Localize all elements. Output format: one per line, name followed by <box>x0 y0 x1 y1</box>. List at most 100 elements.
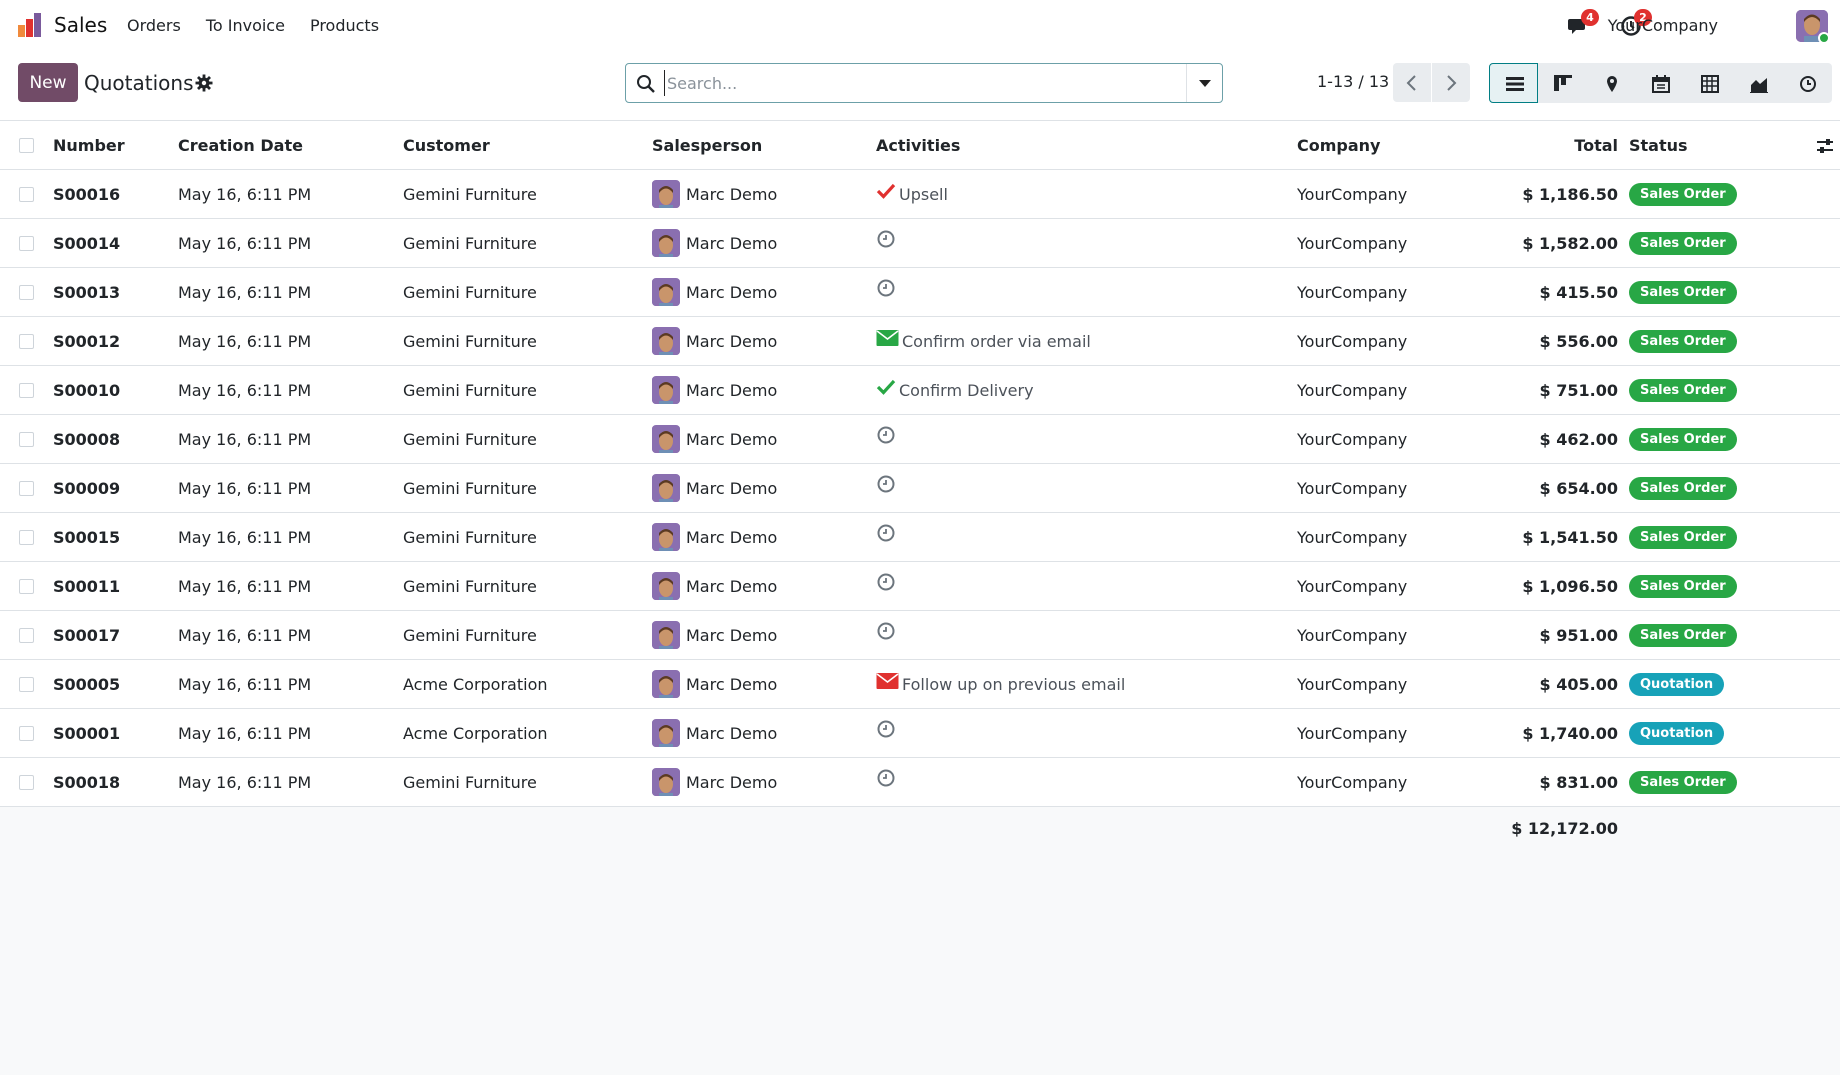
pivot-view-button[interactable] <box>1685 63 1734 103</box>
table-row[interactable]: S00008 May 16, 6:11 PM Gemini Furniture … <box>0 415 1840 464</box>
pager-next-button[interactable] <box>1432 63 1470 102</box>
table-row[interactable]: S00015 May 16, 6:11 PM Gemini Furniture … <box>0 513 1840 562</box>
table-row[interactable]: S00018 May 16, 6:11 PM Gemini Furniture … <box>0 758 1840 807</box>
order-number: S00012 <box>53 332 121 351</box>
row-checkbox[interactable] <box>19 187 34 202</box>
map-view-button[interactable] <box>1587 63 1636 103</box>
envelope-icon[interactable] <box>876 317 899 366</box>
list-view-button[interactable] <box>1489 63 1538 103</box>
salesperson-avatar[interactable] <box>652 474 680 502</box>
table-row[interactable]: S00005 May 16, 6:11 PM Acme Corporation … <box>0 660 1840 709</box>
search-options-toggle[interactable] <box>1186 64 1222 102</box>
pager-value[interactable]: 1-13 / 13 <box>1317 72 1389 91</box>
activity-cell[interactable]: Follow up on previous email <box>876 660 1125 709</box>
activity-cell[interactable] <box>876 709 899 758</box>
salesperson-avatar[interactable] <box>652 327 680 355</box>
clock-icon[interactable] <box>876 268 896 317</box>
clock-icon[interactable] <box>876 219 896 268</box>
row-checkbox[interactable] <box>19 628 34 643</box>
clock-icon[interactable] <box>876 415 896 464</box>
salesperson-avatar[interactable] <box>652 572 680 600</box>
table-row[interactable]: S00012 May 16, 6:11 PM Gemini Furniture … <box>0 317 1840 366</box>
clock-icon[interactable] <box>876 464 896 513</box>
activity-cell[interactable] <box>876 219 899 268</box>
header-company[interactable]: Company <box>1297 121 1380 170</box>
optional-columns-icon[interactable] <box>1816 137 1834 155</box>
clock-icon[interactable] <box>876 709 896 758</box>
activity-cell[interactable] <box>876 513 899 562</box>
search-input[interactable] <box>664 70 1164 96</box>
table-row[interactable]: S00010 May 16, 6:11 PM Gemini Furniture … <box>0 366 1840 415</box>
table-row[interactable]: S00013 May 16, 6:11 PM Gemini Furniture … <box>0 268 1840 317</box>
activity-cell[interactable] <box>876 611 899 660</box>
row-checkbox[interactable] <box>19 579 34 594</box>
sales-app-icon[interactable] <box>16 11 44 39</box>
select-all-checkbox[interactable] <box>19 138 34 153</box>
salesperson-avatar[interactable] <box>652 523 680 551</box>
row-checkbox[interactable] <box>19 775 34 790</box>
activity-cell[interactable] <box>876 415 899 464</box>
table-row[interactable]: S00009 May 16, 6:11 PM Gemini Furniture … <box>0 464 1840 513</box>
table-row[interactable]: S00011 May 16, 6:11 PM Gemini Furniture … <box>0 562 1840 611</box>
activity-cell[interactable] <box>876 562 899 611</box>
status-cell: Sales Order <box>1629 611 1737 660</box>
table-row[interactable]: S00001 May 16, 6:11 PM Acme Corporation … <box>0 709 1840 758</box>
row-checkbox[interactable] <box>19 677 34 692</box>
row-checkbox[interactable] <box>19 334 34 349</box>
row-checkbox[interactable] <box>19 481 34 496</box>
new-button[interactable]: New <box>18 63 78 102</box>
header-creation-date[interactable]: Creation Date <box>178 121 303 170</box>
row-checkbox[interactable] <box>19 285 34 300</box>
salesperson-avatar[interactable] <box>652 229 680 257</box>
gear-icon[interactable] <box>195 74 213 92</box>
messages-button[interactable]: 4 <box>1567 9 1599 37</box>
salesperson-avatar[interactable] <box>652 768 680 796</box>
table-row[interactable]: S00014 May 16, 6:11 PM Gemini Furniture … <box>0 219 1840 268</box>
kanban-view-button[interactable] <box>1538 63 1587 103</box>
salesperson-avatar[interactable] <box>652 425 680 453</box>
salesperson-avatar[interactable] <box>652 621 680 649</box>
header-number[interactable]: Number <box>53 121 125 170</box>
activity-cell[interactable] <box>876 464 899 513</box>
row-checkbox[interactable] <box>19 530 34 545</box>
activity-cell[interactable]: Confirm Delivery <box>876 366 1034 415</box>
row-checkbox[interactable] <box>19 236 34 251</box>
check-icon[interactable] <box>876 366 896 415</box>
table-row[interactable]: S00017 May 16, 6:11 PM Gemini Furniture … <box>0 611 1840 660</box>
pivot-table-icon <box>1701 75 1719 93</box>
activity-cell[interactable]: Confirm order via email <box>876 317 1091 366</box>
salesperson-avatar[interactable] <box>652 180 680 208</box>
salesperson-avatar[interactable] <box>652 278 680 306</box>
activity-cell[interactable] <box>876 758 899 807</box>
clock-icon[interactable] <box>876 513 896 562</box>
activity-cell[interactable] <box>876 268 899 317</box>
header-customer[interactable]: Customer <box>403 121 490 170</box>
clock-icon[interactable] <box>876 611 896 660</box>
clock-icon[interactable] <box>876 758 896 807</box>
menu-to-invoice[interactable]: To Invoice <box>206 16 285 35</box>
app-name[interactable]: Sales <box>54 13 107 37</box>
envelope-icon[interactable] <box>876 660 899 709</box>
header-salesperson[interactable]: Salesperson <box>652 121 762 170</box>
menu-products[interactable]: Products <box>310 16 379 35</box>
pager-previous-button[interactable] <box>1393 63 1431 102</box>
header-total[interactable]: Total <box>1574 121 1618 170</box>
activity-cell[interactable]: Upsell <box>876 170 948 219</box>
activity-view-button[interactable] <box>1783 63 1832 103</box>
table-row[interactable]: S00016 May 16, 6:11 PM Gemini Furniture … <box>0 170 1840 219</box>
company-switcher[interactable]: YourCompany <box>1608 16 1718 35</box>
check-icon[interactable] <box>876 170 896 219</box>
top-navbar: Sales Orders To Invoice Products 4 2 You… <box>0 0 1840 52</box>
clock-icon[interactable] <box>876 562 896 611</box>
row-checkbox[interactable] <box>19 383 34 398</box>
calendar-view-button[interactable] <box>1636 63 1685 103</box>
header-activities[interactable]: Activities <box>876 121 960 170</box>
row-checkbox[interactable] <box>19 726 34 741</box>
salesperson-avatar[interactable] <box>652 376 680 404</box>
graph-view-button[interactable] <box>1734 63 1783 103</box>
salesperson-avatar[interactable] <box>652 719 680 747</box>
header-status[interactable]: Status <box>1629 121 1688 170</box>
menu-orders[interactable]: Orders <box>127 16 181 35</box>
row-checkbox[interactable] <box>19 432 34 447</box>
salesperson-avatar[interactable] <box>652 670 680 698</box>
